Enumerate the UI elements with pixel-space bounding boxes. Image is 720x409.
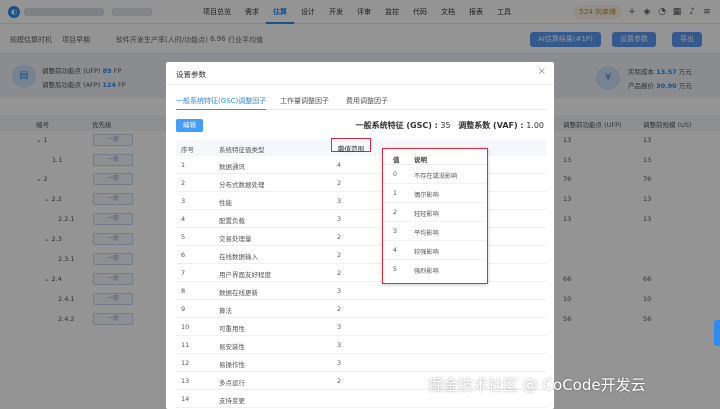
gsc-row[interactable]: 11 易安装性 3 xyxy=(176,336,546,354)
tab-gsc[interactable]: 一般系统特征(GSC)调整因子 xyxy=(176,96,267,110)
gsc-row[interactable]: 9 算法 2 xyxy=(176,300,546,318)
params-tabs: 一般系统特征(GSC)调整因子 工作量调整因子 费用调整因子 xyxy=(176,96,546,110)
watermark: 掘金技术社区 @ CoCode开发云 xyxy=(428,376,646,394)
set-params-dialog: 设置参数 × 一般系统特征(GSC)调整因子 工作量调整因子 费用调整因子 编辑… xyxy=(166,62,554,409)
range-popover: 值 说明 0 不存在或没影响 1 偶尔影响 2 轻轻影响 3 平均影响 4 较强影响 5强… xyxy=(382,148,488,284)
gsc-row[interactable]: 1 数据通讯 4 xyxy=(176,156,546,174)
gsc-row[interactable]: 8 数据在线更新 3 xyxy=(176,282,546,300)
side-drawer-handle[interactable] xyxy=(714,320,720,346)
gsc-row[interactable]: 3 性能 3 xyxy=(176,192,546,210)
gsc-row[interactable]: 5 交易处理量 2 xyxy=(176,228,546,246)
popover-header: 值 说明 xyxy=(383,149,486,165)
gsc-row[interactable]: 6 在线数据输入 2 xyxy=(176,246,546,264)
range-header-highlight[interactable]: 取值范围 ⓘ xyxy=(331,138,371,153)
tab-effort[interactable]: 工作量调整因子 xyxy=(280,96,329,110)
gsc-row[interactable]: 4 配置负载 3 xyxy=(176,210,546,228)
popover-row: 5 强烈影响 xyxy=(393,266,439,275)
info-icon[interactable]: ⓘ xyxy=(338,143,345,153)
popover-row: 2 轻轻影响 xyxy=(383,203,486,222)
gsc-row[interactable]: 2 分布式数据处理 2 xyxy=(176,174,546,192)
col-seq: 序号 xyxy=(181,146,194,154)
gsc-row[interactable]: 12 易操作性 3 xyxy=(176,354,546,372)
dialog-title: 设置参数 xyxy=(176,70,206,79)
tab-cost[interactable]: 费用调整因子 xyxy=(346,96,388,110)
gsc-row[interactable]: 7 用户界面友好程度 2 xyxy=(176,264,546,282)
popover-row: 3 平均影响 xyxy=(383,222,486,241)
col-type: 系统特征值类型 xyxy=(219,146,265,154)
popover-row: 4 较强影响 xyxy=(383,241,486,260)
popover-row: 1 偶尔影响 xyxy=(383,184,486,203)
gsc-summary: 一般系统特征 (GSC) : 35 调整系数 (VAF) : 1.00 xyxy=(355,121,544,130)
close-icon[interactable]: × xyxy=(538,66,546,77)
gsc-row[interactable]: 10 可重用性 3 xyxy=(176,318,546,336)
dialog-divider xyxy=(166,84,554,85)
popover-row: 0 不存在或没影响 xyxy=(383,165,486,184)
edit-button[interactable]: 编辑 xyxy=(176,119,203,132)
